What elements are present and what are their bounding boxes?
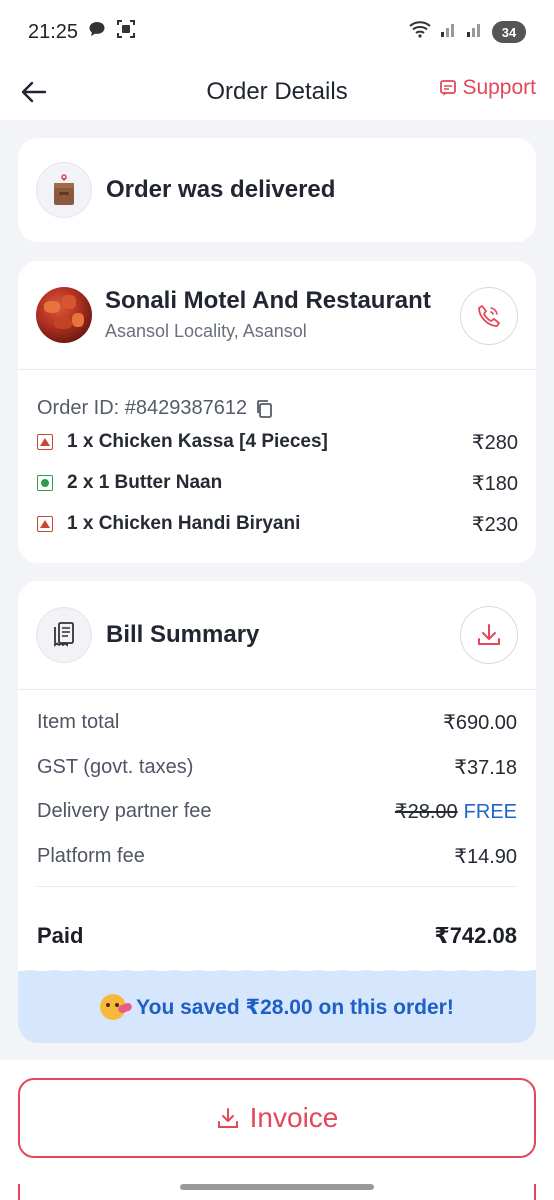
invoice-label: Invoice [249,1102,339,1133]
order-status-text: Order was delivered [106,176,336,203]
bill-row-value: ₹37.18 [454,757,517,779]
paid-value: ₹742.08 [434,923,517,948]
screenshot-icon [116,19,136,45]
free-badge: FREE [463,801,517,823]
bill-row-item-total: Item total ₹690.00 [37,710,517,735]
wifi-icon [408,20,432,44]
paid-label: Paid [37,923,84,948]
chat-bubble-icon [88,20,106,44]
support-label: Support [462,76,536,99]
bill-row-label: GST (govt. taxes) [37,756,194,778]
download-bill-button[interactable] [460,606,518,664]
divider [18,369,536,370]
order-id-row: Order ID: #8429387612 [37,397,273,420]
bill-row-value: ₹14.90 [454,846,517,868]
support-button[interactable]: Support [439,76,536,100]
order-status-card: Order was delivered [18,138,536,242]
bill-row-platform-fee: Platform fee ₹14.90 [37,844,517,869]
home-indicator[interactable] [180,1184,374,1190]
invoice-button[interactable]: Invoice [18,1078,536,1158]
battery-indicator: 34 [492,21,526,43]
bill-header: Bill Summary [36,605,518,665]
app-header: Order Details Support [0,64,554,120]
back-button[interactable] [14,72,54,112]
item-price: ₹230 [471,513,518,536]
bill-row-gst: GST (govt. taxes) ₹37.18 [37,755,517,780]
item-name: 2 x 1 Butter Naan [67,472,223,493]
paid-row: Paid ₹742.08 [37,923,517,949]
restaurant-image [36,287,92,343]
divider [37,886,517,887]
signal-icon [440,20,458,44]
status-bar: 21:25 34 [0,0,554,64]
bottom-bar: Invoice [0,1060,554,1200]
veg-indicator-icon [37,475,53,491]
restaurant-name: Sonali Motel And Restaurant [105,287,431,314]
copy-order-id-button[interactable] [255,399,273,419]
call-restaurant-button[interactable] [460,287,518,345]
copy-icon [257,399,273,418]
order-id: Order ID: #8429387612 [37,397,248,419]
order-item: 2 x 1 Butter Naan ₹180 [37,469,518,497]
restaurant-location: Asansol Locality, Asansol [105,321,307,341]
nonveg-indicator-icon [37,434,53,450]
back-arrow-icon [21,81,47,103]
bill-row-value: ₹690.00 [443,712,517,734]
bill-row-label: Item total [37,711,120,733]
bill-title: Bill Summary [106,621,260,648]
savings-banner: You saved ₹28.00 on this order! [18,971,536,1043]
restaurant-row: Sonali Motel And Restaurant Asansol Loca… [36,285,518,345]
signal-icon-2 [466,20,484,44]
item-name: 1 x Chicken Kassa [4 Pieces] [67,431,328,452]
status-time: 21:25 [28,20,79,43]
party-face-icon [100,994,127,1020]
item-price: ₹180 [471,472,518,495]
order-item: 1 x Chicken Handi Biryani ₹230 [37,510,518,538]
order-card: Sonali Motel And Restaurant Asansol Loca… [18,261,536,563]
bill-row-value-group: ₹28.00 FREE [395,799,517,824]
nonveg-indicator-icon [37,516,53,532]
support-chat-icon [440,80,457,96]
original-fee: ₹28.00 [394,801,458,823]
download-icon [217,1108,238,1128]
item-name: 1 x Chicken Handi Biryani [67,513,301,534]
bill-summary-card: Bill Summary Item total ₹690.00 GST (gov… [18,581,536,1043]
delivery-bag-icon [36,162,92,218]
receipt-icon [36,607,92,663]
download-icon [478,624,500,645]
divider [18,689,536,690]
order-item: 1 x Chicken Kassa [4 Pieces] ₹280 [37,428,518,456]
bill-row-label: Delivery partner fee [37,800,212,822]
phone-icon [478,305,500,327]
item-price: ₹280 [471,431,518,454]
savings-text: You saved ₹28.00 on this order! [136,995,454,1019]
bill-row-delivery-fee: Delivery partner fee ₹28.00 FREE [37,799,517,824]
bill-row-label: Platform fee [37,845,145,867]
